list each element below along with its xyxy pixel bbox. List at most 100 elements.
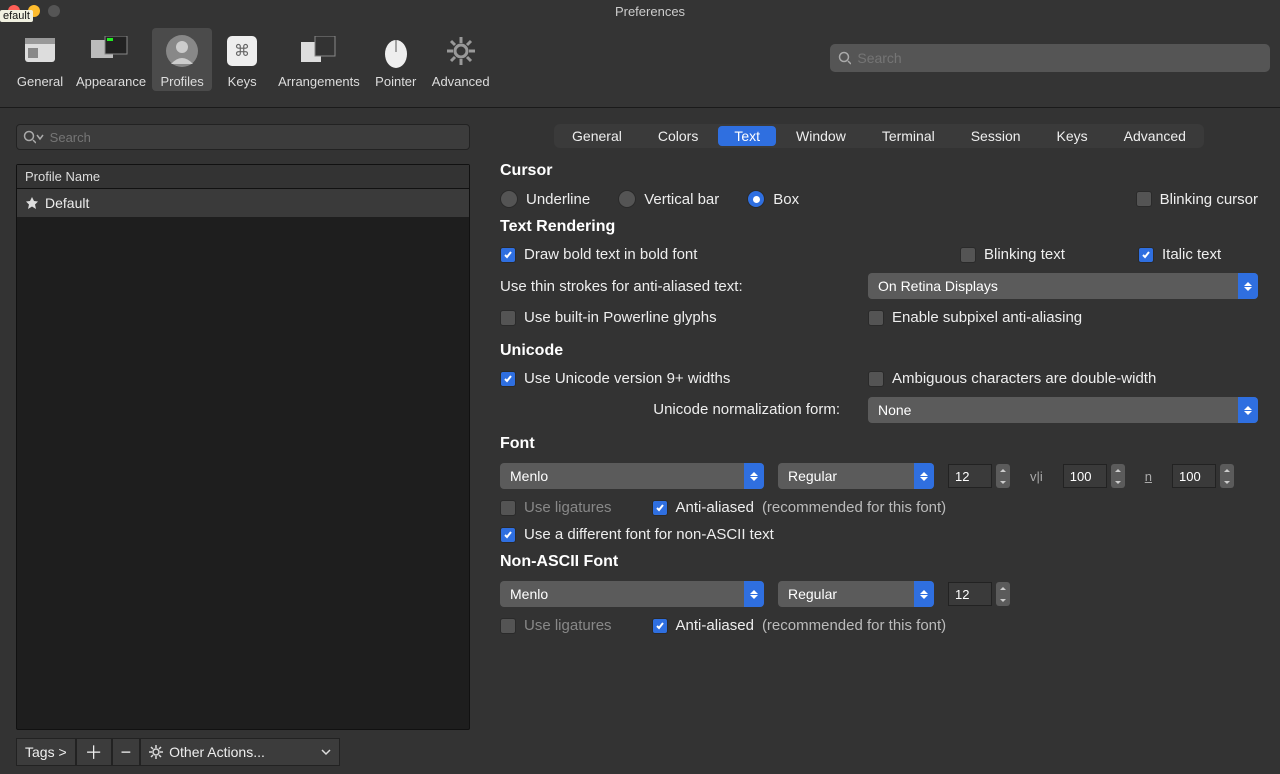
- section-unicode-title: Unicode: [500, 342, 1258, 360]
- profile-list-header[interactable]: Profile Name: [17, 165, 469, 189]
- italic-text-check[interactable]: Italic text: [1138, 246, 1258, 263]
- nafont-size-value: 12: [948, 582, 992, 606]
- general-icon: [16, 30, 64, 72]
- subtab-window[interactable]: Window: [780, 126, 862, 146]
- arrangements-icon: [295, 30, 343, 72]
- thin-strokes-select[interactable]: On Retina Displays: [868, 273, 1258, 299]
- ambiguous-width-label: Ambiguous characters are double-width: [892, 370, 1156, 387]
- nafont-family-value: Menlo: [500, 586, 744, 602]
- font-aa-label: Anti-aliased: [676, 499, 754, 516]
- font-family-select[interactable]: Menlo: [500, 463, 764, 489]
- search-icon: [838, 51, 851, 65]
- nafont-ligatures-check[interactable]: Use ligatures: [500, 617, 612, 634]
- nafont-style-select[interactable]: Regular: [778, 581, 934, 607]
- tags-button[interactable]: Tags >: [16, 738, 76, 766]
- profile-row-default[interactable]: Default: [17, 189, 469, 217]
- subtab-general[interactable]: General: [556, 126, 638, 146]
- titlebar: Preferences: [0, 0, 1280, 22]
- toolbar-arrangements[interactable]: Arrangements: [272, 28, 366, 91]
- subpixel-check[interactable]: Enable subpixel anti-aliasing: [868, 309, 1258, 326]
- tooltip: efault: [0, 10, 33, 22]
- gear-icon: [149, 745, 163, 759]
- sidebar: Profile Name Default Tags > ＋ − Other Ac…: [0, 108, 478, 774]
- font-hspace-input[interactable]: 100: [1063, 464, 1125, 488]
- subtab-terminal[interactable]: Terminal: [866, 126, 951, 146]
- section-font-title: Font: [500, 435, 1258, 453]
- chevron-updown-icon: [914, 581, 934, 607]
- other-actions-button[interactable]: Other Actions...: [140, 738, 340, 766]
- chevron-updown-icon: [1238, 273, 1258, 299]
- font-ligatures-check[interactable]: Use ligatures: [500, 499, 612, 516]
- subpixel-label: Enable subpixel anti-aliasing: [892, 309, 1082, 326]
- stepper-icon[interactable]: [1220, 464, 1234, 488]
- other-actions-label: Other Actions...: [169, 744, 265, 760]
- blinking-cursor-check[interactable]: Blinking cursor: [1136, 191, 1258, 208]
- nafont-family-select[interactable]: Menlo: [500, 581, 764, 607]
- toolbar-pointer[interactable]: Pointer: [366, 28, 426, 91]
- ambiguous-width-check[interactable]: Ambiguous characters are double-width: [868, 370, 1258, 387]
- toolbar-search[interactable]: [830, 44, 1270, 72]
- font-aa-check[interactable]: Anti-aliased: [652, 499, 754, 516]
- chevron-down-icon: [36, 133, 44, 141]
- blinking-cursor-label: Blinking cursor: [1160, 191, 1258, 208]
- nafont-aa-check[interactable]: Anti-aliased: [652, 617, 754, 634]
- profile-search-input[interactable]: [50, 130, 463, 145]
- toolbar-arrangements-label: Arrangements: [278, 74, 360, 89]
- cursor-box-radio[interactable]: Box: [747, 190, 799, 208]
- bold-text-label: Draw bold text in bold font: [524, 246, 697, 263]
- font-size-input[interactable]: 12: [948, 464, 1010, 488]
- toolbar-keys[interactable]: ⌘ Keys: [212, 28, 272, 91]
- font-hspace-value: 100: [1063, 464, 1107, 488]
- subtab-advanced[interactable]: Advanced: [1108, 126, 1202, 146]
- font-style-select[interactable]: Regular: [778, 463, 934, 489]
- subtab-keys[interactable]: Keys: [1041, 126, 1104, 146]
- section-textrender-title: Text Rendering: [500, 218, 1258, 236]
- toolbar-appearance[interactable]: Appearance: [70, 28, 152, 91]
- non-ascii-font-label: Use a different font for non-ASCII text: [524, 526, 774, 543]
- remove-profile-button[interactable]: −: [112, 738, 141, 766]
- powerline-check[interactable]: Use built-in Powerline glyphs: [500, 309, 717, 326]
- toolbar-profiles-label: Profiles: [160, 74, 203, 89]
- toolbar-keys-label: Keys: [228, 74, 257, 89]
- subtab-colors[interactable]: Colors: [642, 126, 714, 146]
- stepper-icon[interactable]: [996, 582, 1010, 606]
- profile-list: Profile Name Default: [16, 164, 470, 730]
- svg-text:⌘: ⌘: [234, 43, 250, 60]
- profile-search[interactable]: [16, 124, 470, 150]
- font-ligatures-label: Use ligatures: [524, 499, 612, 516]
- nafont-size-input[interactable]: 12: [948, 582, 1010, 606]
- toolbar-search-input[interactable]: [857, 50, 1262, 66]
- toolbar: General Appearance Profiles ⌘ Keys: [0, 22, 1280, 108]
- non-ascii-font-check[interactable]: Use a different font for non-ASCII text: [500, 526, 774, 543]
- chevron-updown-icon: [1238, 397, 1258, 423]
- stepper-icon[interactable]: [996, 464, 1010, 488]
- font-vspace-input[interactable]: 100: [1172, 464, 1234, 488]
- font-family-value: Menlo: [500, 468, 744, 484]
- nafont-style-value: Regular: [778, 586, 914, 602]
- stepper-icon[interactable]: [1111, 464, 1125, 488]
- toolbar-appearance-label: Appearance: [76, 74, 146, 89]
- cursor-underline-radio[interactable]: Underline: [500, 190, 590, 208]
- font-aa-hint: (recommended for this font): [762, 499, 946, 516]
- toolbar-pointer-label: Pointer: [375, 74, 416, 89]
- toolbar-advanced[interactable]: Advanced: [426, 28, 496, 91]
- nafont-aa-label: Anti-aliased: [676, 617, 754, 634]
- section-cursor-title: Cursor: [500, 162, 1258, 180]
- toolbar-general[interactable]: General: [10, 28, 70, 91]
- unicode-v9-check[interactable]: Use Unicode version 9+ widths: [500, 370, 730, 387]
- cursor-vbar-radio[interactable]: Vertical bar: [618, 190, 719, 208]
- chevron-updown-icon: [744, 463, 764, 489]
- bold-text-check[interactable]: Draw bold text in bold font: [500, 246, 697, 263]
- subtab-session[interactable]: Session: [955, 126, 1037, 146]
- cursor-underline-label: Underline: [526, 191, 590, 208]
- star-icon: [25, 196, 39, 210]
- blinking-text-label: Blinking text: [984, 246, 1065, 263]
- blinking-text-check[interactable]: Blinking text: [960, 246, 1110, 263]
- subtab-text[interactable]: Text: [718, 126, 776, 146]
- window-zoom-button[interactable]: [48, 5, 60, 17]
- unicode-norm-select[interactable]: None: [868, 397, 1258, 423]
- toolbar-profiles[interactable]: Profiles: [152, 28, 212, 91]
- add-profile-button[interactable]: ＋: [76, 738, 112, 766]
- thin-strokes-label: Use thin strokes for anti-aliased text:: [500, 278, 743, 295]
- nafont-ligatures-label: Use ligatures: [524, 617, 612, 634]
